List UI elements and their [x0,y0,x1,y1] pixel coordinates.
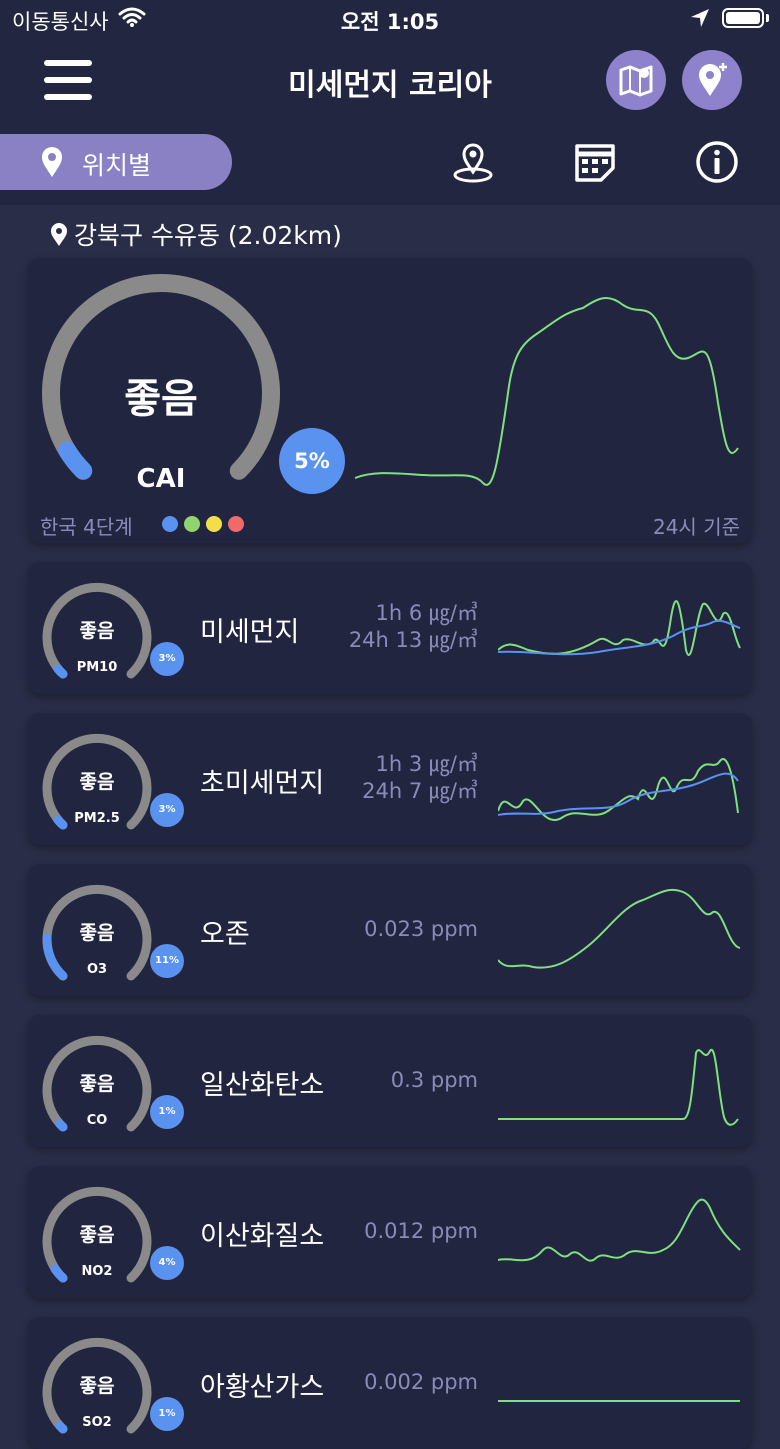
status-bar: 이동통신사 오전 1:05 [0,0,780,40]
pollutant-card-co[interactable]: 좋음 CO 1% 일산화탄소 0.3 ppm [28,1015,752,1147]
pm25-name: 초미세먼지 [200,768,325,799]
co-value: 0.3 ppm [390,1068,478,1092]
add-location-button[interactable] [682,50,742,110]
cai-trend-chart [354,297,739,486]
so2-trend-chart [498,1400,740,1402]
pm10-values: 1h 6 ㎍/㎥ 24h 13 ㎍/㎥ [349,600,478,654]
no2-percent-badge: 4% [150,1246,184,1280]
o3-status: 좋음 [79,922,115,944]
scale-label: 한국 4단계 [40,515,133,539]
app-header: 미세먼지 코리아 위치별 [0,40,780,205]
pm25-value-24h: 24h 7 ㎍/㎥ [362,779,478,803]
cai-card[interactable]: 좋음 CAI 5% 한국 4단계 24시 기준 [28,258,752,543]
battery-icon [722,8,764,28]
pollutant-card-pm10[interactable]: 좋음 PM10 3% 미세먼지 1h 6 ㎍/㎥ 24h 13 ㎍/㎥ [28,562,752,694]
battery-tip [766,14,769,22]
info-icon[interactable] [695,140,739,184]
table-icon[interactable] [573,140,617,184]
co-trend-chart [498,1048,739,1126]
so2-values: 0.002 ppm [364,1369,478,1396]
o3-value: 0.023 ppm [364,917,478,941]
pm10-status: 좋음 [79,620,115,642]
current-location: 강북구 수유동 (2.02km) [50,216,342,252]
so2-percent-badge: 1% [150,1397,184,1431]
pm25-trend-chart [498,758,739,821]
pm10-percent-badge: 3% [150,642,184,676]
tab-by-location-label: 위치별 [82,151,152,180]
scale-dots [162,516,250,536]
pm10-trend-chart [498,600,741,656]
location-arrow-icon [691,9,709,27]
so2-code: SO2 [82,1415,112,1430]
pm25-code: PM2.5 [74,811,120,826]
tab-by-location[interactable]: 위치별 [0,134,232,190]
co-values: 0.3 ppm [391,1067,478,1094]
pm10-value-24h: 24h 13 ㎍/㎥ [348,628,478,652]
map-icon [619,65,653,97]
cai-label: CAI [136,464,186,494]
location-name: 강북구 수유동 (2.02km) [74,221,342,250]
cai-gauge-fill [58,441,93,480]
pollutant-card-o3[interactable]: 좋음 O3 11% 오존 0.023 ppm [28,864,752,996]
co-status: 좋음 [79,1073,115,1095]
add-pin-icon [699,63,727,96]
basis-label: 24시 기준 [652,515,740,539]
o3-code: O3 [86,962,108,977]
pm25-status: 좋음 [79,771,115,793]
scale-dot-normal [184,516,200,532]
so2-name: 아황산가스 [200,1372,325,1403]
cai-status: 좋음 [124,376,198,422]
co-percent-badge: 1% [150,1095,184,1129]
pm25-percent-badge: 3% [150,793,184,827]
pm25-values: 1h 3 ㎍/㎥ 24h 7 ㎍/㎥ [362,751,478,805]
pm10-name: 미세먼지 [200,617,300,648]
co-code: CO [86,1113,108,1128]
so2-value: 0.002 ppm [364,1370,478,1394]
pin-icon [42,147,62,177]
co-name: 일산화탄소 [200,1070,325,1101]
pm25-value-1h: 1h 3 ㎍/㎥ [375,752,478,776]
pollutant-card-no2[interactable]: 좋음 NO2 4% 이산화질소 0.012 ppm [28,1166,752,1298]
pm10-value-1h: 1h 6 ㎍/㎥ [375,601,478,625]
scale-dot-very-bad [228,516,244,532]
map-button[interactable] [606,50,666,110]
so2-status: 좋음 [79,1375,115,1397]
nearby-location-icon[interactable] [451,140,495,184]
o3-trend-chart [498,888,741,969]
cai-percent-badge: 5% [279,428,345,494]
no2-trend-chart [498,1198,741,1262]
no2-values: 0.012 ppm [364,1218,478,1245]
no2-name: 이산화질소 [200,1221,325,1252]
scale-dot-good [162,516,178,532]
no2-code: NO2 [81,1264,113,1279]
o3-name: 오존 [200,919,250,950]
no2-status: 좋음 [79,1224,115,1246]
pin-icon [51,223,67,246]
o3-percent-badge: 11% [150,944,184,978]
scale-dot-bad [206,516,222,532]
no2-value: 0.012 ppm [364,1219,478,1243]
pollutant-card-so2[interactable]: 좋음 SO2 1% 아황산가스 0.002 ppm [28,1317,752,1449]
pm10-code: PM10 [76,660,118,675]
clock: 오전 1:05 [340,10,440,34]
pollutant-card-pm25[interactable]: 좋음 PM2.5 3% 초미세먼지 1h 3 ㎍/㎥ 24h 7 ㎍/㎥ [28,713,752,845]
o3-values: 0.023 ppm [364,916,478,943]
